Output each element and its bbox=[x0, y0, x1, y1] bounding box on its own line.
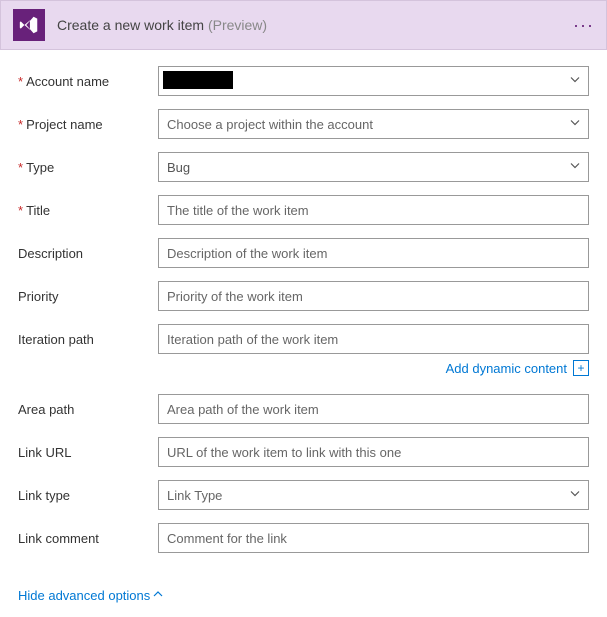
link-type-select[interactable] bbox=[158, 480, 589, 510]
plus-icon[interactable]: + bbox=[573, 360, 589, 376]
type-value: Bug bbox=[167, 160, 190, 175]
title-input[interactable] bbox=[167, 203, 580, 218]
iteration-field[interactable] bbox=[158, 324, 589, 354]
description-input[interactable] bbox=[167, 246, 580, 261]
redacted-account bbox=[163, 71, 233, 89]
link-type-input[interactable] bbox=[167, 488, 580, 503]
link-comment-label: Link comment bbox=[18, 531, 158, 546]
priority-input[interactable] bbox=[167, 289, 580, 304]
add-dynamic-content-link[interactable]: Add dynamic content bbox=[446, 361, 567, 376]
iteration-input[interactable] bbox=[167, 332, 580, 347]
link-comment-input[interactable] bbox=[167, 531, 580, 546]
chevron-up-icon bbox=[152, 588, 164, 603]
visual-studio-icon bbox=[13, 9, 45, 41]
project-name-select[interactable] bbox=[158, 109, 589, 139]
card-header: Create a new work item (Preview) ··· bbox=[0, 0, 607, 50]
type-label: Type bbox=[18, 160, 158, 175]
project-name-label: Project name bbox=[18, 117, 158, 132]
account-name-select[interactable] bbox=[158, 66, 589, 96]
account-name-label: Account name bbox=[18, 74, 158, 89]
title-text: Create a new work item bbox=[57, 17, 204, 33]
title-field[interactable] bbox=[158, 195, 589, 225]
link-comment-field[interactable] bbox=[158, 523, 589, 553]
preview-tag: (Preview) bbox=[208, 17, 267, 33]
link-type-label: Link type bbox=[18, 488, 158, 503]
overflow-menu-icon[interactable]: ··· bbox=[573, 15, 594, 36]
description-field[interactable] bbox=[158, 238, 589, 268]
type-select[interactable]: Bug bbox=[158, 152, 589, 182]
priority-field[interactable] bbox=[158, 281, 589, 311]
link-url-label: Link URL bbox=[18, 445, 158, 460]
link-url-input[interactable] bbox=[167, 445, 580, 460]
area-input[interactable] bbox=[167, 402, 580, 417]
hide-advanced-text: Hide advanced options bbox=[18, 588, 150, 603]
link-url-field[interactable] bbox=[158, 437, 589, 467]
form-body: Account name Project name Type Bug Titl bbox=[0, 50, 607, 578]
description-label: Description bbox=[18, 246, 158, 261]
hide-advanced-options-link[interactable]: Hide advanced options bbox=[18, 588, 164, 603]
area-label: Area path bbox=[18, 402, 158, 417]
title-label: Title bbox=[18, 203, 158, 218]
card-title: Create a new work item (Preview) bbox=[57, 17, 573, 33]
iteration-label: Iteration path bbox=[18, 332, 158, 347]
priority-label: Priority bbox=[18, 289, 158, 304]
area-field[interactable] bbox=[158, 394, 589, 424]
project-name-input[interactable] bbox=[167, 117, 580, 132]
